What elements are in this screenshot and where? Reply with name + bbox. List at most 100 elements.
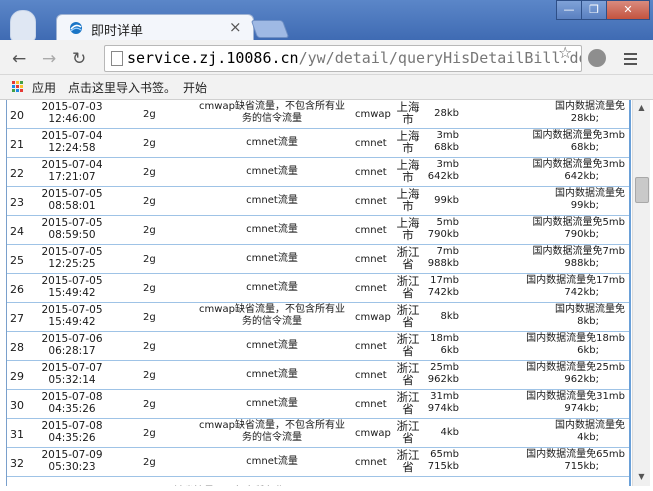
row-note-line1: 国内数据流量免3mb xyxy=(532,159,625,170)
row-note-line2: 974kb; xyxy=(564,403,599,414)
row-location: 上海市 xyxy=(395,217,421,241)
row-amount: 5mb 790kb xyxy=(423,217,459,241)
row-network: 2g xyxy=(143,138,156,149)
detail-bill-table: 20 2015-07-03 12:46:00 2g cmwap缺省流量，不包含所有业 务的… xyxy=(0,100,632,486)
row-network: 2g xyxy=(143,370,156,381)
row-time: 05:30:23 xyxy=(48,461,96,473)
row-note: 国内数据流量免3mb 642kb; xyxy=(489,159,625,183)
row-note-line2: 99kb; xyxy=(570,200,599,211)
row-datetime: 2015-07-05 15:49:42 xyxy=(37,275,107,299)
row-type-line1: cmwap缺省流量，不包含所有业 xyxy=(199,420,345,431)
row-location-line2: 省 xyxy=(402,344,414,358)
row-index: 31 xyxy=(10,428,24,441)
row-location: 浙江省 xyxy=(395,275,421,299)
row-note-line1: 国内数据流量免 xyxy=(555,304,625,315)
row-amount-line1: 28kb xyxy=(434,108,459,119)
row-datetime: 2015-07-05 08:59:50 xyxy=(37,217,107,241)
import-bookmarks-link[interactable]: 点击这里导入书签。 xyxy=(68,79,176,96)
row-location-line2: 市 xyxy=(402,199,414,213)
row-date: 2015-07-05 xyxy=(41,217,103,229)
user-avatar-icon[interactable] xyxy=(10,10,36,42)
row-time: 04:35:26 xyxy=(48,432,96,444)
row-traffic-type: cmnet流量 xyxy=(187,456,357,468)
row-amount-line1: 17mb xyxy=(430,275,459,286)
tab-close-icon[interactable]: × xyxy=(229,18,242,36)
row-location: 浙江省 xyxy=(395,333,421,357)
row-location: 上海市 xyxy=(395,101,421,125)
row-amount-line1: 3mb xyxy=(436,130,459,141)
extension-globe-icon[interactable] xyxy=(588,49,606,67)
table-row: 21 2015-07-04 12:24:58 2g cmnet流量 cmnet 上海市 3mb… xyxy=(7,129,629,158)
row-note-line1: 国内数据流量免25mb xyxy=(526,362,625,373)
row-index: 20 xyxy=(10,109,24,122)
row-network: 2g xyxy=(143,428,156,439)
row-time: 12:24:58 xyxy=(48,142,96,154)
row-traffic-type: cmnet流量 xyxy=(187,224,357,236)
row-index: 28 xyxy=(10,341,24,354)
row-date: 2015-07-04 xyxy=(41,130,103,142)
row-type-line2: 务的信令流量 xyxy=(242,316,302,327)
apps-grid-icon[interactable] xyxy=(12,81,24,93)
row-traffic-type: cmnet流量 xyxy=(187,137,357,149)
row-amount-line1: 65mb xyxy=(430,449,459,460)
reload-icon[interactable]: ↻ xyxy=(72,49,86,69)
row-amount: 25mb 962kb xyxy=(423,362,459,386)
minimize-button[interactable]: — xyxy=(556,0,582,20)
row-location-line2: 省 xyxy=(402,431,414,445)
row-amount-line1: 25mb xyxy=(430,362,459,373)
row-traffic-type: cmnet流量 xyxy=(187,369,357,381)
row-type-line1: cmnet流量 xyxy=(246,137,298,148)
row-type-line1: cmnet流量 xyxy=(246,253,298,264)
back-arrow-icon[interactable]: ← xyxy=(12,49,26,69)
address-bar[interactable]: service.zj.10086.cn/yw/detail/queryHisDe… xyxy=(104,45,582,72)
scroll-down-icon[interactable]: ▼ xyxy=(633,469,650,484)
row-date: 2015-07-07 xyxy=(41,362,103,374)
row-note-line2: 962kb; xyxy=(564,374,599,385)
row-note: 国内数据流量免17mb 742kb; xyxy=(489,275,625,299)
row-type-line1: cmwap缺省流量，不包含所有业 xyxy=(199,101,345,112)
row-note: 国内数据流量免25mb 962kb; xyxy=(489,362,625,386)
row-note-line2: 4kb; xyxy=(577,432,599,443)
vertical-scrollbar[interactable]: ▲ ▼ xyxy=(632,100,650,486)
row-datetime: 2015-07-08 04:35:26 xyxy=(37,420,107,444)
row-note: 国内数据流量免 99kb; xyxy=(489,188,625,212)
menu-hamburger-icon[interactable] xyxy=(624,53,637,68)
row-note: 国内数据流量免7mb 988kb; xyxy=(489,246,625,270)
row-datetime: 2015-07-07 05:32:14 xyxy=(37,362,107,386)
bookmark-star-icon[interactable]: ☆ xyxy=(558,43,572,62)
scrollbar-thumb[interactable] xyxy=(635,177,649,203)
row-note-line1: 国内数据流量免 xyxy=(555,101,625,112)
row-note-line2: 68kb; xyxy=(570,142,599,153)
row-date: 2015-07-09 xyxy=(41,449,103,461)
row-network: 2g xyxy=(143,312,156,323)
row-amount: 7mb 988kb xyxy=(423,246,459,270)
scroll-up-icon[interactable]: ▲ xyxy=(633,100,650,115)
row-apn: cmnet xyxy=(355,225,387,236)
row-datetime: 2015-07-03 12:46:00 xyxy=(37,101,107,125)
row-date: 2015-07-03 xyxy=(41,101,103,113)
close-window-button[interactable]: ✕ xyxy=(606,0,650,20)
forward-arrow-icon[interactable]: → xyxy=(42,49,56,69)
table-row: 29 2015-07-07 05:32:14 2g cmnet流量 cmnet 浙江省 25m… xyxy=(7,361,629,390)
row-note-line1: 国内数据流量免31mb xyxy=(526,391,625,402)
row-apn: cmnet xyxy=(355,138,387,149)
table-row: 20 2015-07-03 12:46:00 2g cmwap缺省流量，不包含所有业 务的… xyxy=(7,100,629,129)
maximize-button[interactable]: ❐ xyxy=(581,0,607,20)
row-network: 2g xyxy=(143,457,156,468)
row-network: 2g xyxy=(143,341,156,352)
url-text: service.zj.10086.cn/yw/detail/queryHisDe… xyxy=(127,49,581,67)
row-amount-line1: 5mb xyxy=(436,217,459,228)
new-tab-button[interactable] xyxy=(250,20,290,38)
row-apn: cmwap xyxy=(355,109,391,120)
row-amount: 28kb xyxy=(423,108,459,120)
row-time: 12:25:25 xyxy=(48,258,96,270)
row-index: 21 xyxy=(10,138,24,151)
row-amount: 31mb 974kb xyxy=(423,391,459,415)
tab-active[interactable]: 即时详单 × xyxy=(56,14,254,41)
url-path: /yw/detail/queryHisDetailBill.do?bi xyxy=(298,49,581,67)
start-link[interactable]: 开始 xyxy=(183,79,207,96)
browser-titlebar: 即时详单 × — ❐ ✕ xyxy=(0,0,653,42)
china-mobile-logo-icon xyxy=(70,22,82,34)
apps-link[interactable]: 应用 xyxy=(32,79,56,96)
table-row: 22 2015-07-04 17:21:07 2g cmnet流量 cmnet 上海市 3mb… xyxy=(7,158,629,187)
